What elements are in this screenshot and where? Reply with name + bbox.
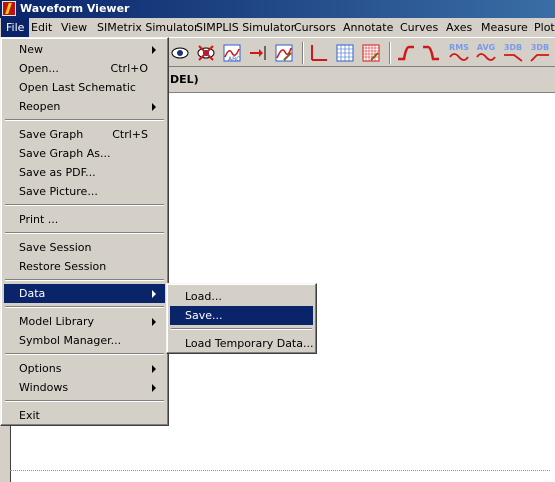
file-menu-print[interactable]: Print ... (4, 210, 165, 229)
menu-item-label: Reopen (19, 100, 61, 113)
hide-curve-icon[interactable] (196, 43, 216, 63)
file-menu-model-library[interactable]: Model Library (4, 312, 165, 331)
menu-separator (5, 232, 164, 234)
file-menu: New Open... Ctrl+O Open Last Schematic R… (0, 37, 169, 426)
axes-icon[interactable] (309, 43, 329, 63)
menu-annotate[interactable]: Annotate (339, 18, 397, 37)
file-menu-windows[interactable]: Windows (4, 378, 165, 397)
menu-cursors[interactable]: Cursors (290, 18, 340, 37)
menu-plot[interactable]: Plot (530, 18, 555, 37)
data-submenu-save[interactable]: Save... (170, 306, 313, 325)
menu-file[interactable]: File (1, 18, 30, 37)
menu-separator (5, 353, 164, 355)
menu-view[interactable]: View (57, 18, 91, 37)
edit-curve-icon[interactable] (274, 43, 294, 63)
label-curve-icon[interactable]: ABC (222, 43, 242, 63)
file-menu-save-session[interactable]: Save Session (4, 238, 165, 257)
data-submenu-load[interactable]: Load... (170, 287, 313, 306)
menu-item-label: Windows (19, 381, 69, 394)
menu-item-label: Model Library (19, 315, 94, 328)
submenu-arrow-icon (152, 365, 156, 373)
menu-edit[interactable]: Edit (27, 18, 56, 37)
menu-item-label: Restore Session (19, 260, 107, 273)
file-menu-save-graph-as[interactable]: Save Graph As... (4, 144, 165, 163)
file-menu-new[interactable]: New (4, 40, 165, 59)
menu-item-label: Save Graph (19, 128, 84, 141)
submenu-arrow-icon (152, 384, 156, 392)
avg-label: AVG (476, 43, 496, 52)
menu-separator (5, 306, 164, 308)
menu-curves[interactable]: Curves (396, 18, 442, 37)
rms-icon[interactable]: RMS (449, 43, 469, 63)
eye-icon[interactable] (170, 43, 190, 63)
menu-separator (5, 400, 164, 402)
grid-icon[interactable] (335, 43, 355, 63)
menu-item-label: Options (19, 362, 62, 375)
file-menu-restore-session[interactable]: Restore Session (4, 257, 165, 276)
toolbar-separator (389, 42, 391, 64)
title-bar: Waveform Viewer (0, 0, 555, 18)
3db-bandwidth-icon[interactable]: 3DB (530, 43, 550, 63)
fine-grid-icon[interactable] (361, 43, 381, 63)
menu-item-label: Save Picture... (19, 185, 98, 198)
menu-simetrix-simulator[interactable]: SIMetrix Simulator (93, 18, 202, 37)
toolbar-separator (302, 42, 304, 64)
submenu-arrow-icon (152, 46, 156, 54)
menu-separator (171, 328, 312, 330)
menu-measure[interactable]: Measure (477, 18, 532, 37)
graph-tab-title[interactable]: DEL) (170, 73, 199, 86)
menu-item-shortcut: Ctrl+O (110, 62, 148, 75)
menu-item-label: Data (19, 287, 46, 300)
svg-text:ABC: ABC (228, 56, 240, 63)
file-menu-open-last-schematic[interactable]: Open Last Schematic (4, 78, 165, 97)
menu-simplis-simulator[interactable]: SIMPLIS Simulator (192, 18, 299, 37)
file-menu-data[interactable]: Data (4, 284, 165, 303)
menu-separator (5, 119, 164, 121)
file-menu-open[interactable]: Open... Ctrl+O (4, 59, 165, 78)
submenu-arrow-icon (152, 318, 156, 326)
window-title: Waveform Viewer (20, 2, 130, 15)
data-submenu: Load... Save... Load Temporary Data... (166, 283, 317, 354)
menu-item-label: Load... (185, 290, 222, 303)
file-menu-symbol-manager[interactable]: Symbol Manager... (4, 331, 165, 350)
menu-item-label: Open... (19, 62, 59, 75)
app-logo-icon (2, 1, 16, 16)
file-menu-exit[interactable]: Exit (4, 406, 165, 425)
menu-item-label: Exit (19, 409, 40, 422)
rising-edge-icon[interactable] (396, 43, 416, 63)
file-menu-options[interactable]: Options (4, 359, 165, 378)
menu-item-label: New (19, 43, 43, 56)
falling-edge-icon[interactable] (421, 43, 441, 63)
add-marker-icon[interactable] (248, 43, 268, 63)
menu-item-label: Symbol Manager... (19, 334, 122, 347)
menu-item-label: Save... (185, 309, 223, 322)
3db-label: 3DB (503, 43, 523, 52)
menu-separator (5, 204, 164, 206)
menu-item-label: Save as PDF... (19, 166, 96, 179)
menu-item-label: Save Session (19, 241, 92, 254)
submenu-arrow-icon (152, 103, 156, 111)
rms-label: RMS (449, 43, 469, 52)
avg-icon[interactable]: AVG (476, 43, 496, 63)
submenu-arrow-icon (152, 290, 156, 298)
file-menu-reopen[interactable]: Reopen (4, 97, 165, 116)
menu-bar: File Edit View SIMetrix Simulator SIMPLI… (0, 18, 555, 37)
menu-item-shortcut: Ctrl+S (112, 128, 148, 141)
menu-item-label: Print ... (19, 213, 59, 226)
menu-item-label: Load Temporary Data... (185, 337, 314, 350)
file-menu-save-picture[interactable]: Save Picture... (4, 182, 165, 201)
3db-point-icon[interactable]: 3DB (503, 43, 523, 63)
menu-item-label: Open Last Schematic (19, 81, 136, 94)
menu-axes[interactable]: Axes (442, 18, 476, 37)
data-submenu-load-temporary-data[interactable]: Load Temporary Data... (170, 334, 313, 353)
menu-separator (5, 279, 164, 281)
graph-bottom-grid (10, 470, 550, 473)
3db-label: 3DB (530, 43, 550, 52)
menu-item-label: Save Graph As... (19, 147, 111, 160)
file-menu-save-as-pdf[interactable]: Save as PDF... (4, 163, 165, 182)
file-menu-save-graph[interactable]: Save Graph Ctrl+S (4, 125, 165, 144)
